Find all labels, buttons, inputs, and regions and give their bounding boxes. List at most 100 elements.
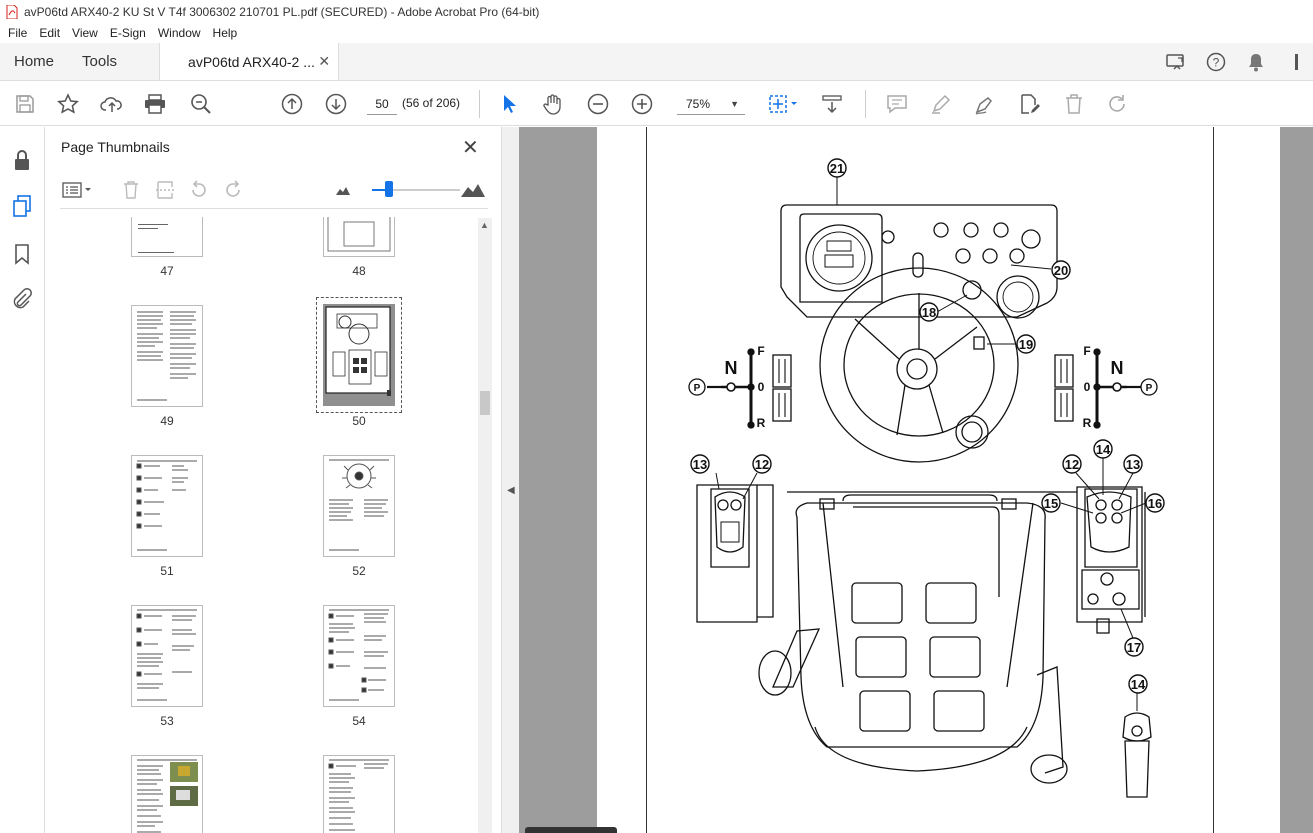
shift-forward-label-right: F bbox=[1083, 344, 1090, 358]
shift-zero-label-right: 0 bbox=[1084, 380, 1091, 394]
thumbnail-options-icon[interactable] bbox=[60, 179, 96, 201]
thumbnail-size-slider-handle[interactable] bbox=[385, 181, 393, 197]
close-tab-icon[interactable]: ✕ bbox=[318, 53, 330, 70]
bookmark-star-icon[interactable] bbox=[56, 92, 80, 116]
tab-bar: Home Tools avP06td ARX40-2 ... ✕ ? bbox=[0, 43, 1313, 81]
zoom-out-icon[interactable] bbox=[586, 92, 610, 116]
delete-trash-icon[interactable] bbox=[1062, 92, 1086, 116]
menu-bar: File Edit View E-Sign Window Help bbox=[0, 23, 1313, 43]
thumbnail-page-label: 50 bbox=[352, 414, 366, 428]
page-count-text: (56 of 206) bbox=[402, 96, 461, 110]
lock-icon[interactable] bbox=[10, 148, 34, 172]
callout-label: 19 bbox=[1019, 337, 1033, 352]
title-bar: avP06td ARX40-2 KU St V T4f 3006302 2107… bbox=[0, 0, 1313, 23]
thumbnails-toolbar bbox=[60, 177, 488, 209]
thumbnails-panel: Page Thumbnails ✕ 47 48 49 50 51 52 53 5… bbox=[46, 127, 501, 833]
close-panel-icon[interactable]: ✕ bbox=[462, 135, 479, 160]
thumbnails-panel-title: Page Thumbnails bbox=[61, 139, 170, 155]
document-view[interactable]: 21 20 18 19 13 12 12 14 13 15 16 17 14 N… bbox=[519, 127, 1313, 833]
page-thumbnail[interactable] bbox=[323, 217, 395, 257]
park-label-right: P bbox=[1146, 383, 1153, 394]
page-thumbnail-selected[interactable] bbox=[316, 297, 402, 413]
callout-label: 13 bbox=[693, 457, 707, 472]
page-thumbnail[interactable] bbox=[323, 755, 395, 833]
callout-label: 21 bbox=[830, 161, 844, 176]
page-thumbnail[interactable] bbox=[131, 755, 203, 833]
page-thumbnail[interactable] bbox=[131, 305, 203, 407]
scroll-up-icon[interactable]: ▲ bbox=[480, 220, 489, 230]
small-thumbnail-mountain-icon bbox=[332, 179, 354, 201]
upload-cloud-icon[interactable] bbox=[100, 92, 124, 116]
highlight-pen-icon[interactable] bbox=[929, 92, 953, 116]
extract-page-icon[interactable] bbox=[154, 179, 176, 201]
page-thumbnail[interactable] bbox=[131, 217, 203, 257]
redo-icon[interactable] bbox=[1105, 92, 1129, 116]
save-icon[interactable] bbox=[13, 92, 37, 116]
thumbnail-size-slider[interactable] bbox=[390, 189, 460, 191]
next-page-icon[interactable] bbox=[324, 92, 348, 116]
zoom-search-icon[interactable] bbox=[189, 92, 213, 116]
shift-reverse-label-left: R bbox=[757, 416, 766, 430]
svg-text:?: ? bbox=[1213, 55, 1220, 69]
overflow-icon[interactable] bbox=[1285, 51, 1307, 73]
menu-window[interactable]: Window bbox=[152, 26, 207, 40]
help-icon[interactable]: ? bbox=[1205, 51, 1227, 73]
thumbnail-page-label: 49 bbox=[160, 414, 174, 428]
page-thumbnail[interactable] bbox=[131, 605, 203, 707]
comment-icon[interactable] bbox=[885, 92, 909, 116]
tab-tools[interactable]: Tools bbox=[68, 43, 131, 80]
page-thumbnail[interactable] bbox=[323, 455, 395, 557]
callout-label: 14 bbox=[1096, 442, 1111, 457]
menu-file[interactable]: File bbox=[2, 26, 33, 40]
pdf-file-icon bbox=[6, 4, 18, 19]
page-thumbnails-icon[interactable] bbox=[10, 194, 34, 218]
hand-tool-icon[interactable] bbox=[541, 92, 565, 116]
menu-esign[interactable]: E-Sign bbox=[104, 26, 152, 40]
callout-label: 17 bbox=[1127, 640, 1141, 655]
pdf-page: 21 20 18 19 13 12 12 14 13 15 16 17 14 N… bbox=[597, 127, 1280, 833]
thumbnail-page-label: 52 bbox=[352, 564, 366, 578]
menu-view[interactable]: View bbox=[66, 26, 104, 40]
large-thumbnail-mountain-icon bbox=[460, 179, 486, 201]
floating-toolbar-tab[interactable] bbox=[525, 827, 617, 833]
print-icon[interactable] bbox=[143, 92, 167, 116]
shift-reverse-label-right: R bbox=[1083, 416, 1092, 430]
toolbar-separator bbox=[479, 90, 480, 118]
shift-neutral-label-left: N bbox=[725, 358, 738, 378]
page-thumbnail[interactable] bbox=[323, 605, 395, 707]
scrolling-mode-icon[interactable] bbox=[820, 92, 844, 116]
previous-page-icon[interactable] bbox=[280, 92, 304, 116]
panel-collapse-handle[interactable]: ◀ bbox=[501, 127, 519, 833]
page-thumbnail[interactable] bbox=[131, 455, 203, 557]
rotate-right-icon[interactable] bbox=[222, 179, 244, 201]
delete-page-icon[interactable] bbox=[120, 179, 142, 201]
fit-page-icon[interactable] bbox=[766, 92, 800, 116]
callout-label: 12 bbox=[755, 457, 769, 472]
notifications-bell-icon[interactable] bbox=[1245, 51, 1267, 73]
page-number-input[interactable]: 50 bbox=[367, 93, 397, 115]
attachment-paperclip-icon[interactable] bbox=[10, 287, 34, 311]
callout-label: 18 bbox=[922, 305, 936, 320]
select-cursor-icon[interactable] bbox=[498, 92, 522, 116]
thumbnails-scrollbar[interactable]: ▲ bbox=[478, 218, 492, 833]
callout-label: 15 bbox=[1044, 496, 1058, 511]
share-screen-icon[interactable] bbox=[1165, 51, 1187, 73]
tab-document[interactable]: avP06td ARX40-2 ... ✕ bbox=[159, 43, 340, 80]
bookmark-icon[interactable] bbox=[10, 242, 34, 266]
tab-document-label: avP06td ARX40-2 ... bbox=[188, 53, 315, 70]
cab-controls-diagram: 21 20 18 19 13 12 12 14 13 15 16 17 14 N… bbox=[688, 158, 1165, 798]
callout-label: 13 bbox=[1126, 457, 1140, 472]
rotate-left-icon[interactable] bbox=[188, 179, 210, 201]
menu-help[interactable]: Help bbox=[207, 26, 244, 40]
zoom-in-icon[interactable] bbox=[630, 92, 654, 116]
menu-edit[interactable]: Edit bbox=[33, 26, 66, 40]
left-rail bbox=[0, 127, 45, 833]
draw-pen-icon[interactable] bbox=[973, 92, 997, 116]
thumbnail-page-label: 51 bbox=[160, 564, 174, 578]
zoom-level-select[interactable]: 75% ▼ bbox=[677, 93, 745, 115]
tab-home[interactable]: Home bbox=[0, 43, 68, 80]
scrollbar-thumb[interactable] bbox=[480, 391, 490, 415]
callout-label: 16 bbox=[1148, 496, 1162, 511]
park-label-left: P bbox=[694, 383, 701, 394]
edit-document-icon[interactable] bbox=[1017, 92, 1041, 116]
